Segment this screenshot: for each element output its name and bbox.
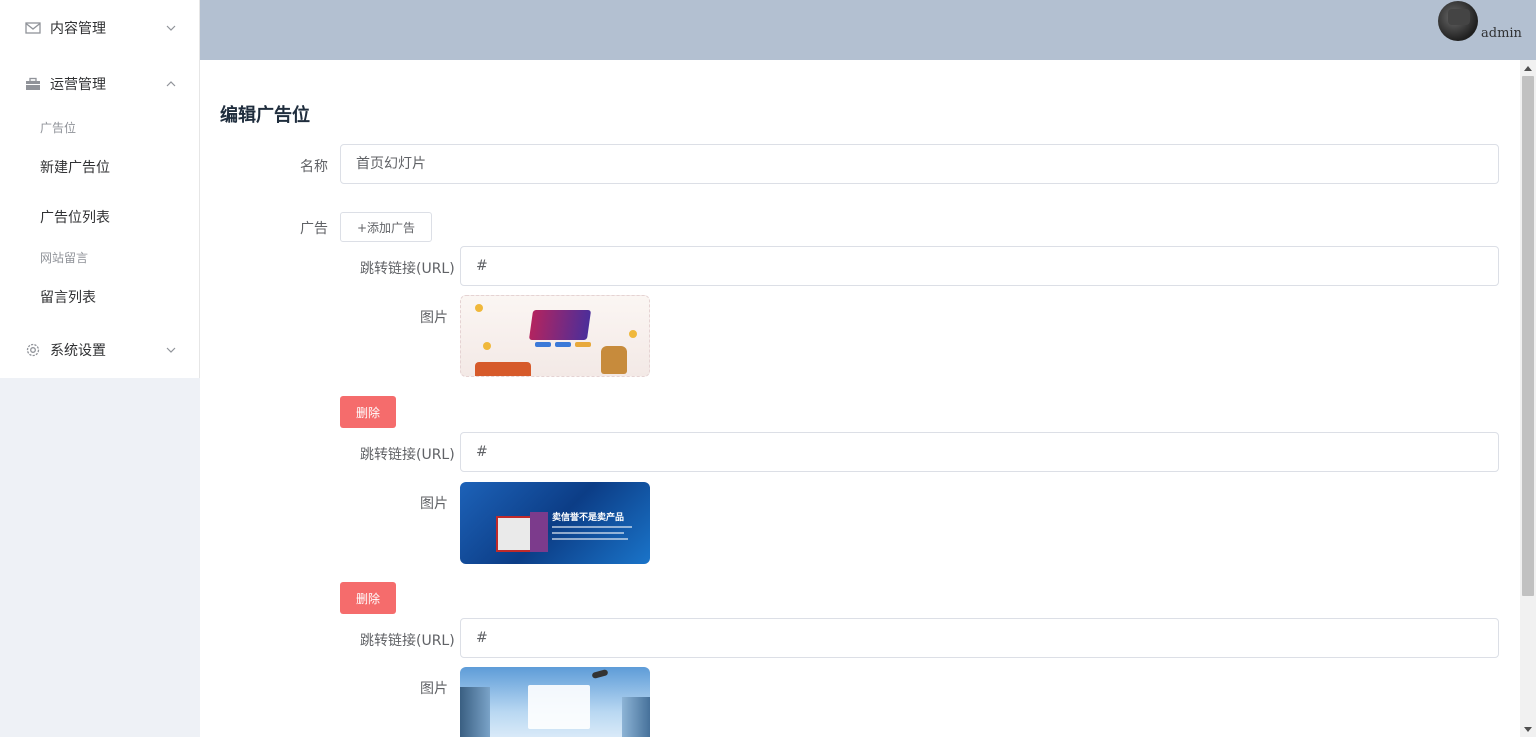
banner-tag [555, 342, 571, 347]
name-input[interactable]: 首页幻灯片 [340, 144, 1499, 184]
product-can-graphic [530, 512, 548, 552]
coin-graphic [475, 304, 483, 312]
image-label: 图片 [420, 681, 448, 697]
banner-headline: 卖信誉不是卖产品 [552, 513, 625, 523]
mail-icon [24, 19, 42, 37]
scroll-down-icon[interactable] [1520, 721, 1536, 737]
menu-operations-management[interactable]: 运营管理 [0, 56, 199, 112]
sidebar-item-new-ad-slot[interactable]: 新建广告位 [0, 142, 199, 192]
banner-text-line [552, 526, 632, 528]
sidebar-menu: 内容管理 运营管理 广告位 新建广告位 广告位列表 网站留言 留言列表 系统设置 [0, 0, 200, 378]
ad-image-3[interactable] [460, 667, 650, 737]
ads-label: 广告 [300, 221, 328, 237]
chevron-down-icon [165, 344, 177, 356]
building-graphic [460, 687, 490, 737]
image-label: 图片 [420, 310, 448, 326]
page-title: 编辑广告位 [220, 105, 310, 126]
coin-graphic [629, 330, 637, 338]
menu-content-management[interactable]: 内容管理 [0, 0, 199, 56]
money-bag-graphic [601, 346, 627, 374]
delete-ad-button-2[interactable]: 删除 [340, 582, 396, 614]
group-title-site-messages: 网站留言 [40, 250, 89, 265]
avatar[interactable] [1438, 1, 1478, 41]
add-ad-button[interactable]: +添加广告 [340, 212, 432, 242]
gear-icon [24, 341, 42, 359]
username[interactable]: admin [1481, 26, 1522, 41]
page-scrollbar[interactable] [1520, 60, 1536, 737]
banner-card-graphic [528, 685, 590, 729]
top-header: admin [200, 0, 1536, 60]
gift-graphic [475, 362, 531, 376]
banner-text-line [552, 532, 624, 534]
building-graphic [622, 697, 650, 737]
main-content: 编辑广告位 名称 首页幻灯片 广告 +添加广告 跳转链接(URL) # 图片 删… [200, 60, 1520, 737]
banner-text-line [552, 538, 628, 540]
group-title-ad-slots: 广告位 [40, 120, 77, 135]
scroll-thumb[interactable] [1522, 76, 1534, 596]
banner-title-graphic [528, 310, 592, 340]
sidebar-item-ad-slot-list[interactable]: 广告位列表 [0, 192, 199, 242]
url-label: 跳转链接(URL) [360, 261, 455, 277]
ad-image-2[interactable]: 卖信誉不是卖产品 [460, 482, 650, 564]
scroll-up-icon[interactable] [1520, 60, 1536, 76]
sidebar: 内容管理 运营管理 广告位 新建广告位 广告位列表 网站留言 留言列表 系统设置 [0, 0, 200, 737]
banner-tag [575, 342, 591, 347]
menu-label: 运营管理 [50, 77, 106, 93]
briefcase-icon [24, 75, 42, 93]
sidebar-item-message-list[interactable]: 留言列表 [0, 272, 199, 322]
name-label: 名称 [300, 159, 328, 175]
chevron-down-icon [165, 22, 177, 34]
url-input[interactable]: # [460, 246, 1499, 286]
url-label: 跳转链接(URL) [360, 447, 455, 463]
menu-system-settings[interactable]: 系统设置 [0, 322, 199, 378]
product-box-graphic [496, 516, 532, 552]
ad-image-1[interactable] [460, 295, 650, 377]
url-label: 跳转链接(URL) [360, 633, 455, 649]
coin-graphic [483, 342, 491, 350]
menu-label: 内容管理 [50, 21, 106, 37]
banner-tag [535, 342, 551, 347]
image-label: 图片 [420, 496, 448, 512]
menu-label: 系统设置 [50, 343, 106, 359]
url-input[interactable]: # [460, 618, 1499, 658]
chevron-up-icon [165, 78, 177, 90]
url-input[interactable]: # [460, 432, 1499, 472]
airplane-graphic [591, 669, 609, 679]
delete-ad-button-1[interactable]: 删除 [340, 396, 396, 428]
